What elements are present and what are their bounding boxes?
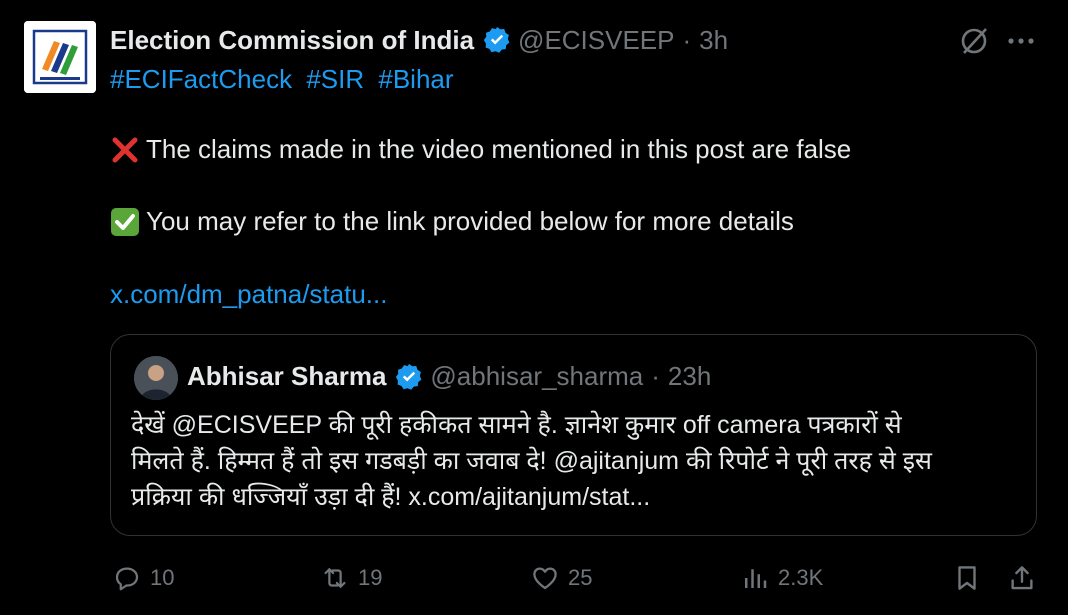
check-mark-icon xyxy=(111,207,139,236)
hashtag-sir[interactable]: #SIR xyxy=(306,64,364,94)
quote-author-handle: @abhisar_sharma xyxy=(430,361,644,391)
separator-dot: · xyxy=(651,361,660,391)
bookmark-button[interactable] xyxy=(952,560,990,596)
more-icon[interactable] xyxy=(1005,30,1037,52)
quote-header: Abhisar Sharma @abhisar_sharma · 23h xyxy=(187,361,711,392)
post-text-line-1: The claims made in the video mentioned i… xyxy=(146,134,852,164)
like-count: 25 xyxy=(568,565,593,590)
separator-dot: · xyxy=(682,24,692,55)
quote-author-name: Abhisar Sharma xyxy=(187,361,387,391)
post-link[interactable]: x.com/dm_patna/statu... xyxy=(110,279,387,310)
cross-mark-icon xyxy=(112,137,138,162)
repost-button[interactable]: 19 xyxy=(320,560,382,596)
views-icon xyxy=(745,569,767,588)
hashtag-bihar[interactable]: #Bihar xyxy=(378,64,453,94)
verified-badge-icon xyxy=(396,363,422,390)
hashtag-ecifactcheck[interactable]: #ECIFactCheck xyxy=(110,64,292,94)
post-line-2: You may refer to the link provided below… xyxy=(110,206,794,237)
post-time[interactable]: 3h xyxy=(699,25,728,56)
views-count: 2.3K xyxy=(778,565,824,590)
quote-text-line: प्रक्रिया की धज्जियाँ उड़ा दी हैं! x.com… xyxy=(131,483,651,511)
reply-count: 10 xyxy=(150,565,175,590)
action-bar: 10 19 25 2.3K xyxy=(0,560,1068,596)
views-button[interactable]: 2.3K xyxy=(740,560,823,596)
like-icon xyxy=(533,567,557,590)
bookmark-icon xyxy=(958,566,976,590)
reply-button[interactable]: 10 xyxy=(112,560,174,596)
quote-text: देखें @ECISVEEP की पूरी हकीकत सामने है. … xyxy=(131,407,1031,515)
quote-text-line: देखें @ECISVEEP की पूरी हकीकत सामने है. … xyxy=(131,411,902,439)
reply-icon xyxy=(115,567,139,591)
like-button[interactable]: 25 xyxy=(530,560,592,596)
verified-badge-icon xyxy=(483,26,510,53)
quote-author-avatar[interactable] xyxy=(134,356,178,400)
author-handle[interactable]: @ECISVEEP xyxy=(518,25,674,56)
share-button[interactable] xyxy=(1007,560,1045,596)
quoted-post[interactable]: Abhisar Sharma @abhisar_sharma · 23h देख… xyxy=(110,334,1037,536)
author-avatar[interactable] xyxy=(24,21,96,93)
quote-time: 23h xyxy=(667,361,712,391)
repost-count: 19 xyxy=(358,565,383,590)
post-line-1: The claims made in the video mentioned i… xyxy=(110,134,851,165)
quote-text-line: मिलते हैं. हिम्मत हैं तो इस गडबड़ी का जव… xyxy=(131,447,932,475)
share-icon xyxy=(1011,566,1033,590)
hashtags: #ECIFactCheck #SIR #Bihar xyxy=(110,64,461,95)
post-text-line-2: You may refer to the link provided below… xyxy=(146,206,794,236)
grok-icon[interactable] xyxy=(957,24,991,58)
author-name[interactable]: Election Commission of India xyxy=(110,25,474,56)
repost-icon xyxy=(324,568,346,588)
post-header: Election Commission of India @ECISVEEP ·… xyxy=(110,22,728,58)
